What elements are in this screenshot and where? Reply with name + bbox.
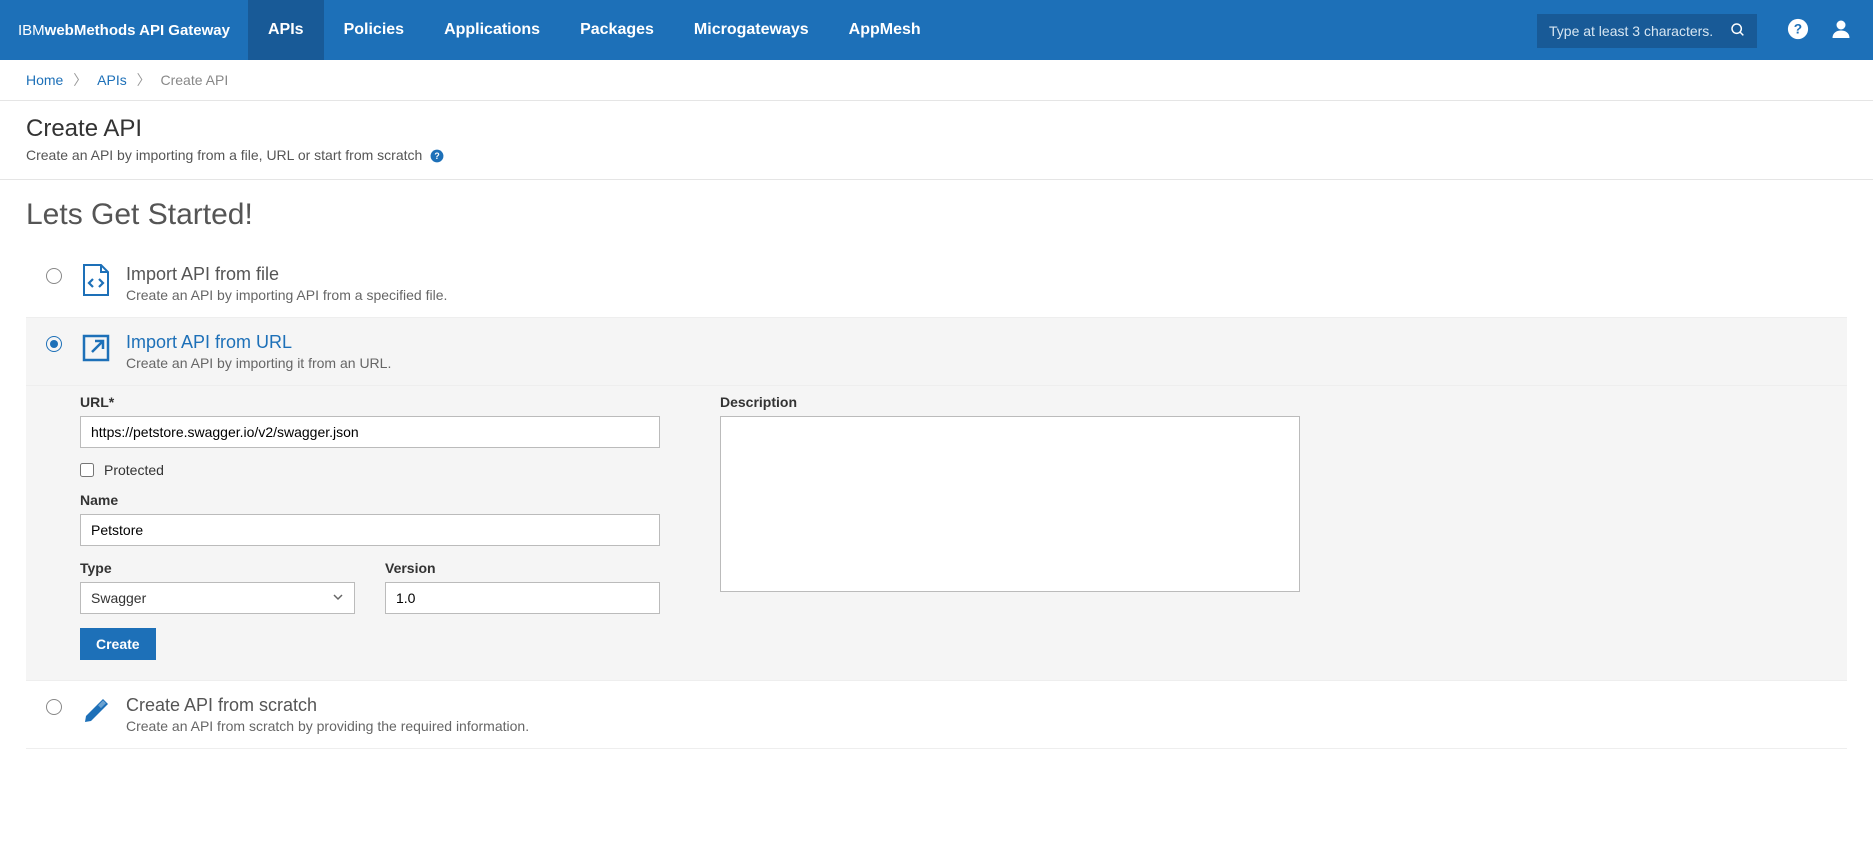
- option-import-file[interactable]: Import API from file Create an API by im…: [26, 250, 1847, 318]
- file-code-icon: [80, 264, 112, 296]
- page-title: Create API: [26, 115, 1847, 143]
- type-select-value: Swagger: [91, 590, 146, 606]
- option-text: Import API from URL Create an API by imp…: [126, 332, 391, 371]
- radio-import-url[interactable]: [46, 336, 62, 352]
- option-import-url[interactable]: Import API from URL Create an API by imp…: [26, 318, 1847, 386]
- nav-tab-applications[interactable]: Applications: [424, 0, 560, 60]
- main-content: Lets Get Started! Import API from file C…: [0, 180, 1873, 779]
- page-subtitle: Create an API by importing from a file, …: [26, 147, 1847, 163]
- nav-tab-label: Applications: [444, 21, 540, 39]
- external-link-icon: [80, 332, 112, 364]
- protected-label: Protected: [104, 462, 164, 478]
- option-title: Import API from URL: [126, 332, 391, 353]
- svg-text:?: ?: [435, 151, 440, 161]
- breadcrumb-sep: 〉: [73, 72, 87, 88]
- search-icon[interactable]: [1730, 22, 1746, 41]
- url-input[interactable]: [80, 416, 660, 448]
- top-nav-bar: IBM webMethods API Gateway APIs Policies…: [0, 0, 1873, 60]
- option-title: Import API from file: [126, 264, 447, 285]
- breadcrumb: Home 〉 APIs 〉 Create API: [0, 60, 1873, 101]
- option-create-scratch[interactable]: Create API from scratch Create an API fr…: [26, 681, 1847, 749]
- chevron-down-icon: [332, 590, 344, 606]
- nav-tab-label: Microgateways: [694, 21, 809, 39]
- brand-prefix: IBM: [18, 22, 45, 39]
- radio-create-scratch[interactable]: [46, 699, 62, 715]
- option-title: Create API from scratch: [126, 695, 529, 716]
- subtitle-text: Create an API by importing from a file, …: [26, 147, 422, 163]
- help-icon[interactable]: ?: [1787, 18, 1809, 43]
- nav-tab-packages[interactable]: Packages: [560, 0, 674, 60]
- nav-tab-policies[interactable]: Policies: [324, 0, 424, 60]
- brand: IBM webMethods API Gateway: [0, 0, 248, 60]
- url-label: URL*: [80, 394, 660, 410]
- import-url-form: URL* Protected Name Type Swagger: [26, 386, 1847, 681]
- nav-tab-label: APIs: [268, 21, 304, 39]
- search-box[interactable]: [1537, 14, 1757, 48]
- nav-tab-label: Packages: [580, 21, 654, 39]
- page-header: Create API Create an API by importing fr…: [0, 101, 1873, 180]
- breadcrumb-sep: 〉: [137, 72, 151, 88]
- nav-tab-apis[interactable]: APIs: [248, 0, 324, 60]
- option-desc: Create an API from scratch by providing …: [126, 718, 529, 734]
- nav-tab-label: Policies: [344, 21, 404, 39]
- main-heading: Lets Get Started!: [26, 198, 1847, 232]
- description-label: Description: [720, 394, 1300, 410]
- breadcrumb-apis[interactable]: APIs: [97, 72, 127, 88]
- version-input[interactable]: [385, 582, 660, 614]
- brand-bold: webMethods API Gateway: [45, 22, 230, 39]
- nav-tab-microgateways[interactable]: Microgateways: [674, 0, 829, 60]
- nav-tabs: APIs Policies Applications Packages Micr…: [248, 0, 941, 60]
- name-input[interactable]: [80, 514, 660, 546]
- form-column-left: URL* Protected Name Type Swagger: [80, 394, 660, 660]
- type-label: Type: [80, 560, 355, 576]
- type-select[interactable]: Swagger: [80, 582, 355, 614]
- option-text: Create API from scratch Create an API fr…: [126, 695, 529, 734]
- svg-text:?: ?: [1794, 21, 1802, 36]
- radio-import-file[interactable]: [46, 268, 62, 284]
- breadcrumb-home[interactable]: Home: [26, 72, 63, 88]
- form-column-right: Description: [720, 394, 1300, 660]
- user-icon[interactable]: [1829, 17, 1853, 44]
- description-textarea[interactable]: [720, 416, 1300, 592]
- search-input[interactable]: [1549, 23, 1730, 39]
- option-desc: Create an API by importing it from an UR…: [126, 355, 391, 371]
- pencil-icon: [80, 695, 112, 727]
- version-label: Version: [385, 560, 660, 576]
- option-desc: Create an API by importing API from a sp…: [126, 287, 447, 303]
- spacer: [941, 0, 1527, 60]
- protected-checkbox[interactable]: [80, 463, 94, 477]
- option-text: Import API from file Create an API by im…: [126, 264, 447, 303]
- breadcrumb-current: Create API: [161, 72, 229, 88]
- nav-tab-label: AppMesh: [849, 21, 921, 39]
- topbar-icons: ?: [1767, 0, 1873, 60]
- help-circle-icon[interactable]: ?: [430, 149, 444, 163]
- name-label: Name: [80, 492, 660, 508]
- nav-tab-appmesh[interactable]: AppMesh: [829, 0, 941, 60]
- create-button[interactable]: Create: [80, 628, 156, 660]
